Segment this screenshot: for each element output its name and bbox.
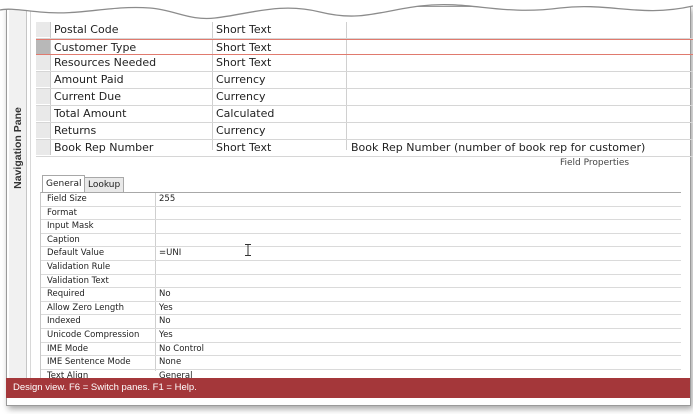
description-cell[interactable]	[351, 72, 691, 88]
field-row[interactable]: Postal Code Short Text	[36, 22, 693, 39]
data-type-cell[interactable]: Short Text	[216, 22, 344, 38]
field-row[interactable]: Book Rep Number Short Text Book Rep Numb…	[36, 140, 693, 157]
field-name-cell[interactable]: Resources Needed	[54, 55, 212, 71]
data-type-cell[interactable]: Currency	[216, 123, 344, 139]
property-sheet: Field Size 255 Format Input Mask Caption …	[40, 192, 681, 384]
navigation-pane[interactable]: Navigation Pane	[9, 6, 27, 378]
property-row[interactable]: Input Mask	[41, 220, 681, 234]
description-cell[interactable]	[351, 40, 691, 56]
field-name-cell[interactable]: Current Due	[54, 89, 212, 105]
field-row[interactable]: Current Due Currency	[36, 89, 693, 106]
property-row[interactable]: Indexed No	[41, 315, 681, 329]
property-name: IME Mode	[47, 343, 89, 354]
property-value[interactable]: None	[159, 356, 659, 369]
tab-general[interactable]: General	[42, 175, 86, 192]
field-row-current[interactable]: Customer Type Short Text	[36, 39, 693, 55]
description-cell[interactable]	[351, 22, 691, 38]
property-row[interactable]: IME Sentence Mode None	[41, 356, 681, 370]
field-row[interactable]: Resources Needed Short Text	[36, 55, 693, 72]
property-value[interactable]	[159, 220, 659, 233]
property-row-default-value[interactable]: Default Value =UNI	[41, 247, 681, 261]
property-value[interactable]: No	[159, 315, 659, 328]
data-type-cell[interactable]: Short Text	[216, 140, 344, 156]
description-cell[interactable]	[351, 89, 691, 105]
property-name: Default Value	[47, 248, 105, 259]
property-row[interactable]: Caption	[41, 234, 681, 248]
property-value[interactable]	[159, 261, 659, 274]
property-value[interactable]	[159, 234, 659, 247]
navigation-pane-label: Navigation Pane	[11, 107, 24, 189]
description-cell[interactable]: Book Rep Number (number of book rep for …	[351, 140, 691, 156]
row-selector[interactable]	[36, 140, 51, 155]
property-value[interactable]	[159, 207, 659, 220]
property-name: IME Sentence Mode	[47, 357, 131, 368]
property-row[interactable]: Field Size 255	[41, 193, 681, 207]
field-row[interactable]: Total Amount Calculated	[36, 106, 693, 123]
description-cell[interactable]	[351, 106, 691, 122]
property-name: Field Size	[47, 194, 87, 204]
field-name-cell[interactable]: Customer Type	[54, 40, 212, 56]
status-bar: Design view. F6 = Switch panes. F1 = Hel…	[6, 378, 690, 398]
row-selector[interactable]	[36, 106, 51, 121]
property-name: Indexed	[47, 316, 81, 327]
property-value[interactable]	[159, 275, 659, 288]
property-name: Format	[47, 207, 77, 218]
property-value[interactable]: Yes	[159, 329, 659, 342]
row-selector[interactable]	[36, 89, 51, 104]
field-name-cell[interactable]: Book Rep Number	[54, 140, 212, 156]
field-name-cell[interactable]: Amount Paid	[54, 72, 212, 88]
row-selector[interactable]	[36, 40, 51, 54]
status-bar-text: Design view. F6 = Switch panes. F1 = Hel…	[13, 382, 197, 393]
property-name: Allow Zero Length	[47, 302, 124, 313]
field-name-cell[interactable]: Returns	[54, 123, 212, 139]
property-value[interactable]: No	[159, 288, 659, 301]
row-selector[interactable]	[36, 72, 51, 87]
property-value[interactable]: Yes	[159, 302, 659, 315]
row-selector[interactable]	[36, 22, 51, 37]
property-row[interactable]: Unicode Compression Yes	[41, 329, 681, 343]
property-row[interactable]: Allow Zero Length Yes	[41, 302, 681, 316]
property-name: Caption	[47, 234, 80, 245]
property-name: Unicode Compression	[47, 329, 140, 340]
access-design-view-screenshot: Navigation Pane Postal Code Short Text C…	[0, 0, 693, 414]
property-value[interactable]: 255	[159, 193, 659, 206]
description-cell[interactable]	[351, 55, 691, 71]
field-name-cell[interactable]: Total Amount	[54, 106, 212, 122]
data-type-cell[interactable]: Currency	[216, 72, 344, 88]
row-selector[interactable]	[36, 123, 51, 138]
default-value-input[interactable]: =UNI	[159, 247, 659, 260]
pane-divider	[30, 6, 31, 378]
property-name: Validation Rule	[47, 261, 111, 272]
data-type-cell[interactable]: Short Text	[216, 40, 344, 56]
property-name: Required	[47, 289, 85, 300]
row-selector[interactable]	[36, 55, 51, 70]
property-row[interactable]: Validation Text	[41, 275, 681, 289]
text-cursor-icon	[245, 244, 251, 256]
property-name: Validation Text	[47, 275, 109, 286]
field-properties-label: Field Properties	[560, 158, 630, 168]
property-row[interactable]: Format	[41, 207, 681, 221]
field-grid: Postal Code Short Text Customer Type Sho…	[36, 22, 693, 157]
property-row[interactable]: IME Mode No Control	[41, 343, 681, 357]
property-row[interactable]: Required No	[41, 288, 681, 302]
data-type-cell[interactable]: Currency	[216, 89, 344, 105]
data-type-cell[interactable]: Calculated	[216, 106, 344, 122]
field-name-cell[interactable]: Postal Code	[54, 22, 212, 38]
field-properties-panel: General Lookup Field Size 255 Format Inpu…	[40, 175, 685, 384]
property-name: Input Mask	[47, 221, 94, 232]
property-row[interactable]: Validation Rule	[41, 261, 681, 275]
field-row[interactable]: Returns Currency	[36, 123, 693, 140]
description-cell[interactable]	[351, 123, 691, 139]
field-row[interactable]: Amount Paid Currency	[36, 72, 693, 89]
tab-lookup[interactable]: Lookup	[84, 177, 125, 192]
property-value[interactable]: No Control	[159, 343, 659, 356]
data-type-cell[interactable]: Short Text	[216, 55, 344, 71]
